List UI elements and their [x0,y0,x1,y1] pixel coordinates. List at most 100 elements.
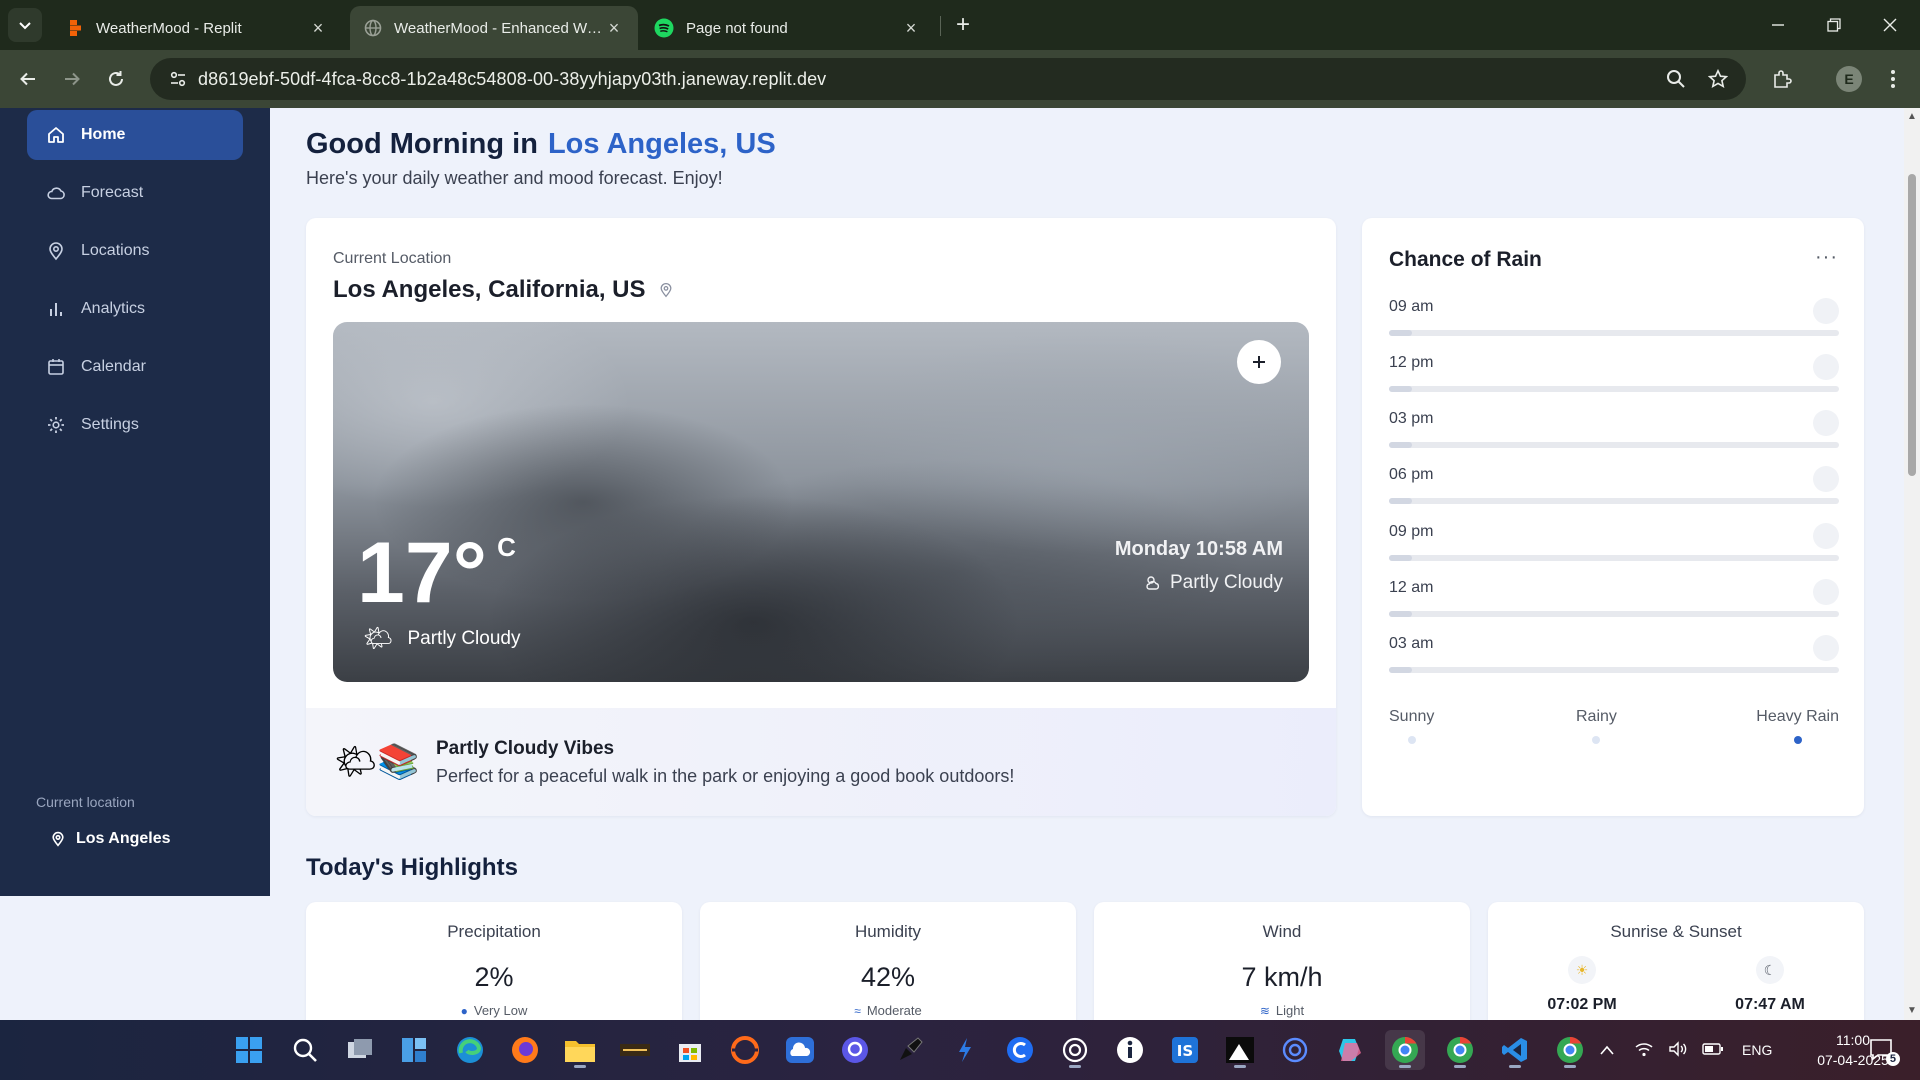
current-location-label: Current Location [333,250,452,267]
tab-search-button[interactable] [8,8,42,42]
extensions-button[interactable] [1766,63,1798,95]
restore-button[interactable] [1814,10,1854,40]
bookmark-button[interactable] [1702,63,1734,95]
back-button[interactable] [12,63,44,95]
taskbar-app-openai-blue[interactable] [1275,1030,1315,1070]
legend-item-sunny: Sunny [1389,708,1434,744]
mood-title: Partly Cloudy Vibes [436,738,615,759]
taskbar-app-mountain[interactable] [1220,1030,1260,1070]
address-bar[interactable]: d8619ebf-50df-4fca-8cc8-1b2a48c54808-00-… [150,58,1746,100]
map-pin-icon [658,282,674,298]
wind-icon: ≋ [1259,1003,1270,1018]
tab-weathermood-replit[interactable]: WeatherMood - Replit × [52,6,342,50]
mood-emoji-icon: 🌤📚 [334,743,420,781]
minimize-button[interactable] [1758,10,1798,40]
volume-icon[interactable] [1668,1040,1688,1060]
close-tab-icon[interactable]: × [308,18,328,39]
taskbar-search-button[interactable] [285,1030,325,1070]
sidebar-item-locations[interactable]: Locations [27,226,243,276]
star-icon [1708,69,1728,89]
more-vertical-icon [1891,70,1895,88]
system-tray: ENG [1600,1020,1772,1080]
highlight-label: Humidity [854,922,922,941]
sun-times: ☀ 07:02 PM ☾ 07:47 AM [1488,956,1864,1014]
zoom-button[interactable] [1660,63,1692,95]
task-view-button[interactable] [340,1030,380,1070]
taskbar-chrome-profile-e[interactable] [1385,1030,1425,1070]
tab-weathermood-enhanced[interactable]: WeatherMood - Enhanced Weather × [350,6,638,50]
canva-icon [1007,1037,1033,1063]
chevron-up-icon[interactable] [1600,1042,1614,1058]
temperature-unit: C [497,532,516,562]
sidebar-item-home[interactable]: Home [27,110,243,160]
sidebar-item-calendar[interactable]: Calendar [27,342,243,392]
rain-bar-track [1389,330,1839,336]
more-options-icon[interactable]: ··· [1815,246,1838,269]
taskbar-chrome-profile-d[interactable] [1440,1030,1480,1070]
close-tab-icon[interactable]: × [604,18,624,39]
rain-bar-track [1389,386,1839,392]
taskbar-messenger[interactable] [835,1030,875,1070]
greeting-text: Good Morning in [306,128,538,160]
is-app-icon: IS [1172,1037,1198,1063]
reload-button[interactable] [100,63,132,95]
add-button[interactable] [1237,340,1281,384]
start-button[interactable] [229,1030,269,1070]
taskbar-microsoft-store[interactable] [670,1030,710,1070]
scroll-up-icon[interactable]: ▲ [1907,112,1917,122]
pen-icon [900,1037,923,1060]
taskbar-copilot[interactable] [1330,1030,1370,1070]
tab-page-not-found[interactable]: Page not found × [640,6,935,50]
taskbar-file-explorer[interactable] [560,1030,600,1070]
wifi-icon[interactable] [1634,1041,1654,1060]
sidebar-item-forecast[interactable]: Forecast [27,168,243,218]
sunset-time: 07:02 PM [1547,996,1617,1013]
scroll-down-icon[interactable]: ▼ [1907,1006,1917,1016]
taskbar-chrome-profile-3[interactable] [1550,1030,1590,1070]
vscode-icon [1502,1038,1527,1062]
taskbar-app-arc[interactable] [725,1030,765,1070]
url-text[interactable]: d8619ebf-50df-4fca-8cc8-1b2a48c54808-00-… [198,69,826,90]
spotify-icon [654,18,674,38]
close-tab-icon[interactable]: × [901,18,921,39]
widgets-button[interactable] [394,1030,434,1070]
battery-icon[interactable] [1702,1042,1724,1058]
notification-center-button[interactable]: 5 [1862,1030,1902,1070]
taskbar-onedrive[interactable] [780,1030,820,1070]
widgets-icon [402,1038,426,1062]
browser-menu-button[interactable] [1877,63,1909,95]
scroll-thumb[interactable] [1908,174,1916,476]
page-scrollbar[interactable]: ▲ ▼ [1904,108,1920,1020]
language-indicator[interactable]: ENG [1742,1042,1772,1058]
sidebar-item-settings[interactable]: Settings [27,400,243,450]
taskbar-app-college[interactable] [615,1030,655,1070]
rain-time: 12 pm [1389,354,1434,371]
rain-row: 09 am [1389,298,1839,338]
close-window-button[interactable] [1870,10,1910,40]
taskbar-app-pen[interactable] [890,1030,930,1070]
map-pin-icon [45,240,67,262]
sidebar-item-analytics[interactable]: Analytics [27,284,243,334]
profile-avatar[interactable]: E [1836,66,1862,92]
current-location-item[interactable]: Los Angeles [50,830,171,848]
calendar-icon [45,356,67,378]
rain-row: 06 pm [1389,466,1839,506]
taskbar-canva[interactable] [1000,1030,1040,1070]
taskbar-chatgpt[interactable] [1055,1030,1095,1070]
rain-indicator [1813,298,1839,324]
highlight-humidity: Humidity 42% ≈ Moderate [700,902,1076,1020]
taskbar-info-app[interactable] [1110,1030,1150,1070]
highlight-sun: Sunrise & Sunset ☀ 07:02 PM ☾ 07:47 AM [1488,902,1864,1020]
taskbar-firefox[interactable] [505,1030,545,1070]
droplet-icon: ● [460,1003,468,1018]
taskbar-app-lightning[interactable] [945,1030,985,1070]
taskbar-edge[interactable] [450,1030,490,1070]
rain-row: 03 pm [1389,410,1839,450]
taskbar-vscode[interactable] [1495,1030,1535,1070]
highlight-value: 7 km/h [1241,962,1323,992]
taskbar-app-is[interactable]: IS [1165,1030,1205,1070]
forward-button[interactable] [56,63,88,95]
site-info-button[interactable] [158,70,198,88]
sidebar-item-label: Home [81,126,126,143]
new-tab-button[interactable]: + [948,10,978,40]
